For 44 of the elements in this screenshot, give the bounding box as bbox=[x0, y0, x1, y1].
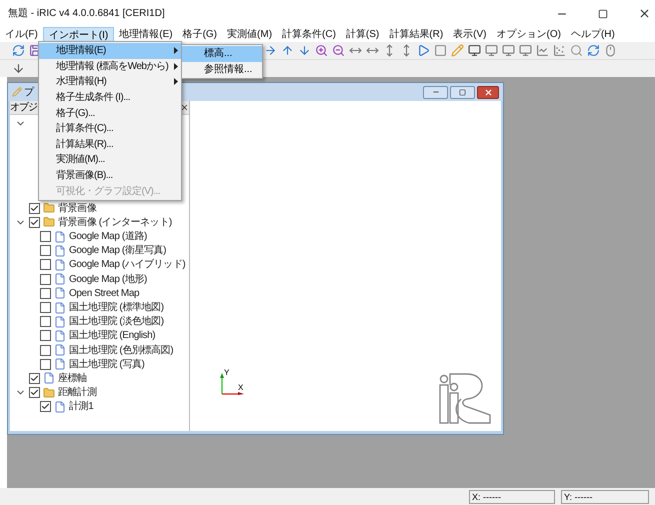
tree-item-label[interactable]: Google Map (地形) bbox=[69, 272, 147, 287]
tree-item-label[interactable]: 国土地理院 (色別標高図) bbox=[69, 342, 174, 358]
menu-item[interactable]: 計算結果(R)... bbox=[39, 136, 181, 152]
tree-item-label[interactable]: 背景画像 (インターネット) bbox=[58, 214, 172, 230]
menu-item[interactable]: 標高... bbox=[182, 46, 262, 62]
menu-item[interactable]: 実測値(M)... bbox=[39, 152, 181, 168]
menu-item[interactable]: ヘルプ(H) bbox=[566, 27, 620, 42]
tree-item-label[interactable]: 座標軸 bbox=[58, 370, 87, 386]
menu-item[interactable]: オプション(O) bbox=[492, 27, 566, 42]
menu-item[interactable]: 地理情報(E) bbox=[39, 43, 181, 59]
window-title: 無題 - iRIC v4 4.0.0.6841 [CERI1D] bbox=[7, 7, 166, 21]
tree-item-label[interactable]: 背景画像 bbox=[58, 200, 96, 216]
tree-item-label[interactable]: 計測1 bbox=[69, 399, 94, 414]
tree-item-label[interactable]: 国土地理院 (標準地図) bbox=[69, 300, 164, 316]
menu-item[interactable]: 地理情報(E) bbox=[114, 27, 178, 42]
menu-item[interactable]: 計算結果(R) bbox=[384, 27, 448, 42]
x-coordinate-field: X: ------ bbox=[469, 490, 555, 504]
menu-item[interactable]: 格子生成条件 (I)... bbox=[39, 90, 181, 106]
menu-item[interactable]: 格子(G) bbox=[178, 27, 222, 42]
y-axis-label: Y bbox=[224, 369, 230, 377]
panel-title: オブジ bbox=[10, 101, 37, 115]
menu-item[interactable]: 実測値(M) bbox=[222, 27, 278, 42]
menu-item[interactable]: 格子(G)... bbox=[39, 105, 181, 121]
tree-item-label[interactable]: Google Map (道路) bbox=[69, 229, 147, 244]
tree-item-label[interactable]: 国土地理院 (写真) bbox=[69, 356, 144, 372]
menu-item[interactable]: 表示(V) bbox=[448, 27, 492, 42]
menu-item[interactable]: 地理情報 (標高をWebから) bbox=[39, 58, 181, 74]
menu-item[interactable]: 水理情報(H) bbox=[39, 74, 181, 90]
y-coordinate-field: Y: ------ bbox=[561, 490, 649, 504]
x-axis-label: X bbox=[238, 384, 244, 392]
menu-item[interactable]: 背景画像(B)... bbox=[39, 168, 181, 184]
menu-item[interactable]: 計算条件(C) bbox=[277, 27, 341, 42]
menu-item[interactable]: 計算(S) bbox=[340, 27, 384, 42]
tree-item-label[interactable]: Open Street Map bbox=[69, 286, 140, 301]
menu-item[interactable]: 参照情報... bbox=[182, 62, 262, 78]
tree-item-label[interactable]: 国土地理院 (淡色地図) bbox=[69, 314, 164, 330]
menu-item[interactable]: 計算条件(C)... bbox=[39, 120, 181, 137]
tree-item-label[interactable]: 距離計測 bbox=[58, 385, 96, 400]
child-window-title: プ bbox=[24, 86, 34, 100]
tree-item-label[interactable]: Google Map (衛星写真) bbox=[69, 243, 166, 258]
menu-item[interactable]: イル(F) bbox=[0, 27, 43, 42]
menu-item[interactable]: インポート(I) bbox=[42, 27, 114, 42]
tree-item-label[interactable]: Google Map (ハイブリッド) bbox=[69, 257, 186, 272]
tree-item-label[interactable]: 国土地理院 (English) bbox=[69, 328, 156, 344]
